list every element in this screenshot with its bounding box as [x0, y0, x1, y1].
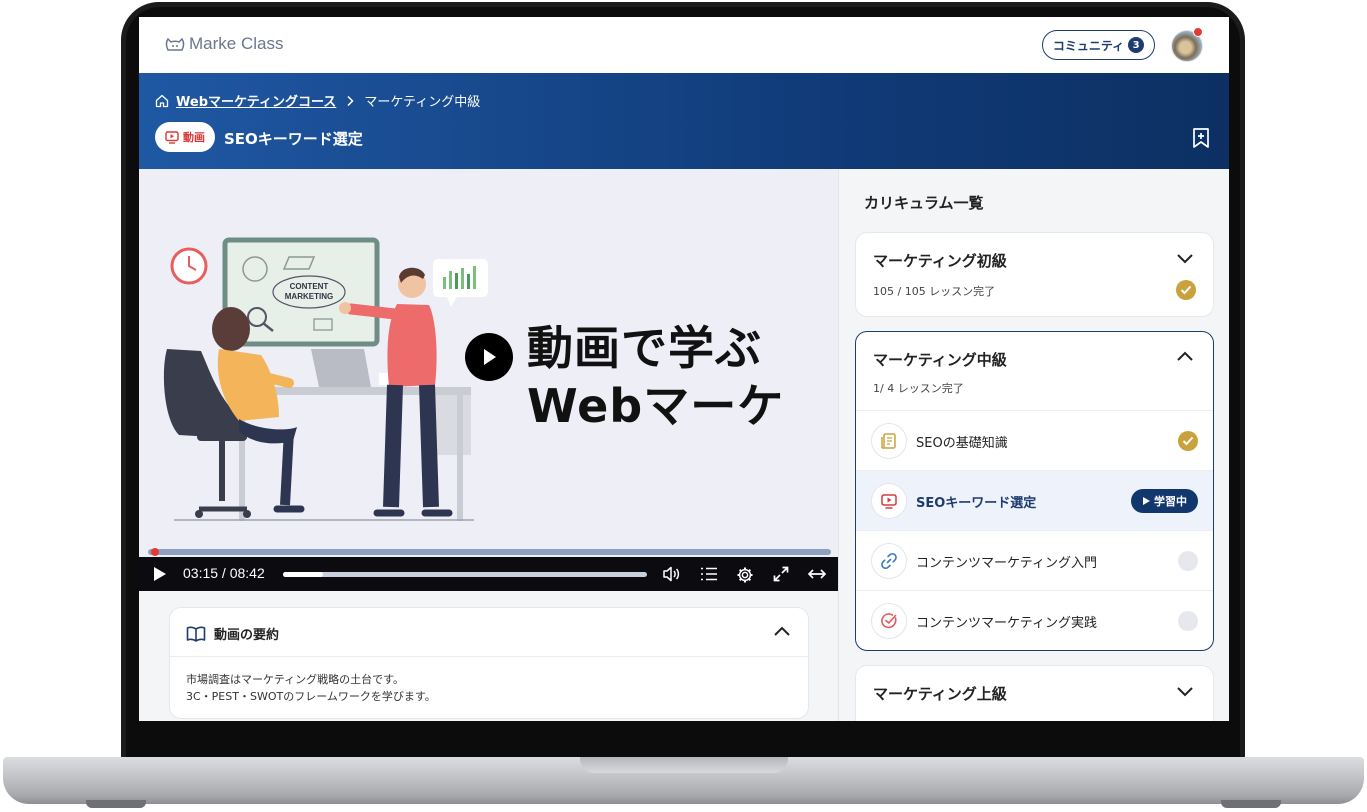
notification-dot	[1193, 27, 1203, 37]
open-book-icon	[186, 626, 206, 642]
summary-line: 3C・PEST・SWOTのフレームワークを学びます。	[186, 690, 436, 703]
video-summary-card: 動画の要約 市場調査はマーケティング戦略の土台です。 3C・PEST・SWOTの…	[169, 607, 809, 719]
incomplete-status-dot	[1178, 551, 1198, 571]
seek-bar[interactable]	[148, 549, 831, 555]
curriculum-section-expanded[interactable]: マーケティング中級 1/ 4 レッスン完了 SEOの基礎知識 SEOキーワード選…	[855, 331, 1214, 651]
section-title: マーケティング初級	[873, 252, 1007, 270]
curriculum-section[interactable]: マーケティング上級	[855, 665, 1214, 721]
lesson-type-label: 動画	[183, 131, 205, 144]
whiteboard-text: MARKETING	[285, 292, 333, 301]
section-title: マーケティング上級	[873, 685, 1007, 703]
studying-badge: 学習中	[1131, 489, 1198, 513]
lesson-title: SEOキーワード選定	[224, 130, 363, 148]
breadcrumb-course-link[interactable]: Webマーケティングコース	[176, 91, 336, 110]
section-title: マーケティング中級	[873, 351, 1007, 369]
video-time: 03:15 / 08:42	[183, 565, 265, 581]
divider	[170, 656, 808, 657]
bookmark-add-icon[interactable]	[1192, 127, 1210, 149]
chevron-down-icon[interactable]	[1176, 684, 1194, 698]
play-icon	[484, 349, 496, 365]
lesson-item-current[interactable]: SEOキーワード選定 学習中	[856, 470, 1213, 530]
wide-mode-icon[interactable]	[807, 566, 827, 582]
community-count-badge: 3	[1128, 37, 1145, 53]
breadcrumb-current: マーケティング中級	[364, 95, 481, 110]
curriculum-section[interactable]: マーケティング初級 105 / 105 レッスン完了	[855, 232, 1214, 317]
timeline-track[interactable]	[283, 572, 647, 577]
chevron-right-icon	[347, 95, 354, 106]
laptop-foot	[1221, 800, 1281, 808]
video-icon	[871, 483, 907, 519]
curriculum-panel: カリキュラム一覧 マーケティング初級 105 / 105 レッスン完了 マーケテ…	[838, 169, 1229, 721]
laptop-notch	[580, 757, 788, 773]
video-controls: 03:15 / 08:42	[139, 557, 838, 591]
video-caption: 動画で学ぶ Webマーケ	[527, 319, 784, 435]
lesson-type-badge: 動画	[155, 122, 215, 152]
gear-icon[interactable]	[736, 566, 754, 584]
timeline-fill	[283, 572, 323, 577]
community-button[interactable]: コミュニティ 3	[1042, 30, 1155, 60]
logo-text: Marke Class	[189, 34, 284, 53]
section-progress: 105 / 105 レッスン完了	[873, 285, 996, 298]
curriculum-title: カリキュラム一覧	[864, 194, 984, 212]
studying-badge-label: 学習中	[1154, 495, 1187, 508]
logo[interactable]: Marke Class	[165, 34, 283, 54]
lesson-header: Webマーケティングコース マーケティング中級 動画 SEOキーワード選定	[139, 73, 1229, 169]
summary-body: 市場調査はマーケティング戦略の土台です。 3C・PEST・SWOTのフレームワー…	[186, 671, 436, 705]
video-player[interactable]: CONTENT MARKETING 動画で学ぶ Webマーケ 03:15 / 0…	[139, 169, 838, 591]
play-icon[interactable]	[153, 566, 167, 582]
fullscreen-icon[interactable]	[773, 566, 789, 582]
play-icon	[1143, 497, 1150, 505]
play-button-large[interactable]	[465, 333, 513, 381]
video-caption-line: 動画で学ぶ	[527, 321, 762, 375]
link-icon	[871, 543, 907, 579]
cat-logo-icon	[165, 37, 185, 51]
chevron-down-icon[interactable]	[1176, 251, 1194, 265]
summary-line: 市場調査はマーケティング戦略の土台です。	[186, 673, 405, 686]
lesson-label: SEOの基礎知識	[916, 436, 1008, 451]
section-progress: 1/ 4 レッスン完了	[873, 382, 964, 395]
check-circle-icon	[871, 603, 907, 639]
video-icon	[165, 130, 179, 144]
video-caption-line: Webマーケ	[527, 379, 785, 433]
whiteboard-text: CONTENT	[290, 282, 329, 291]
top-bar: Marke Class コミュニティ 3	[139, 17, 1229, 73]
summary-header[interactable]: 動画の要約	[186, 624, 279, 643]
completed-check-icon	[1176, 280, 1196, 300]
volume-icon[interactable]	[663, 566, 681, 582]
chevron-up-icon[interactable]	[1176, 350, 1194, 364]
lesson-item[interactable]: コンテンツマーケティング実践	[856, 590, 1213, 650]
laptop-foot	[86, 800, 146, 808]
lesson-item[interactable]: コンテンツマーケティング入門	[856, 530, 1213, 590]
lesson-item[interactable]: SEOの基礎知識	[856, 410, 1213, 470]
screen: Marke Class コミュニティ 3 Webマーケティングコース マーケティ…	[139, 17, 1229, 721]
document-icon	[871, 423, 907, 459]
summary-title: 動画の要約	[214, 628, 280, 643]
chapters-list-icon[interactable]	[700, 566, 718, 582]
completed-check-icon	[1178, 431, 1198, 451]
lesson-label: コンテンツマーケティング実践	[916, 616, 1097, 631]
breadcrumb: Webマーケティングコース マーケティング中級	[155, 91, 480, 110]
lesson-label: SEOキーワード選定	[916, 496, 1037, 511]
lesson-label: コンテンツマーケティング入門	[916, 556, 1097, 571]
incomplete-status-dot	[1178, 611, 1198, 631]
home-icon[interactable]	[155, 94, 169, 108]
chevron-up-icon[interactable]	[773, 625, 791, 639]
community-label: コミュニティ	[1052, 38, 1125, 53]
